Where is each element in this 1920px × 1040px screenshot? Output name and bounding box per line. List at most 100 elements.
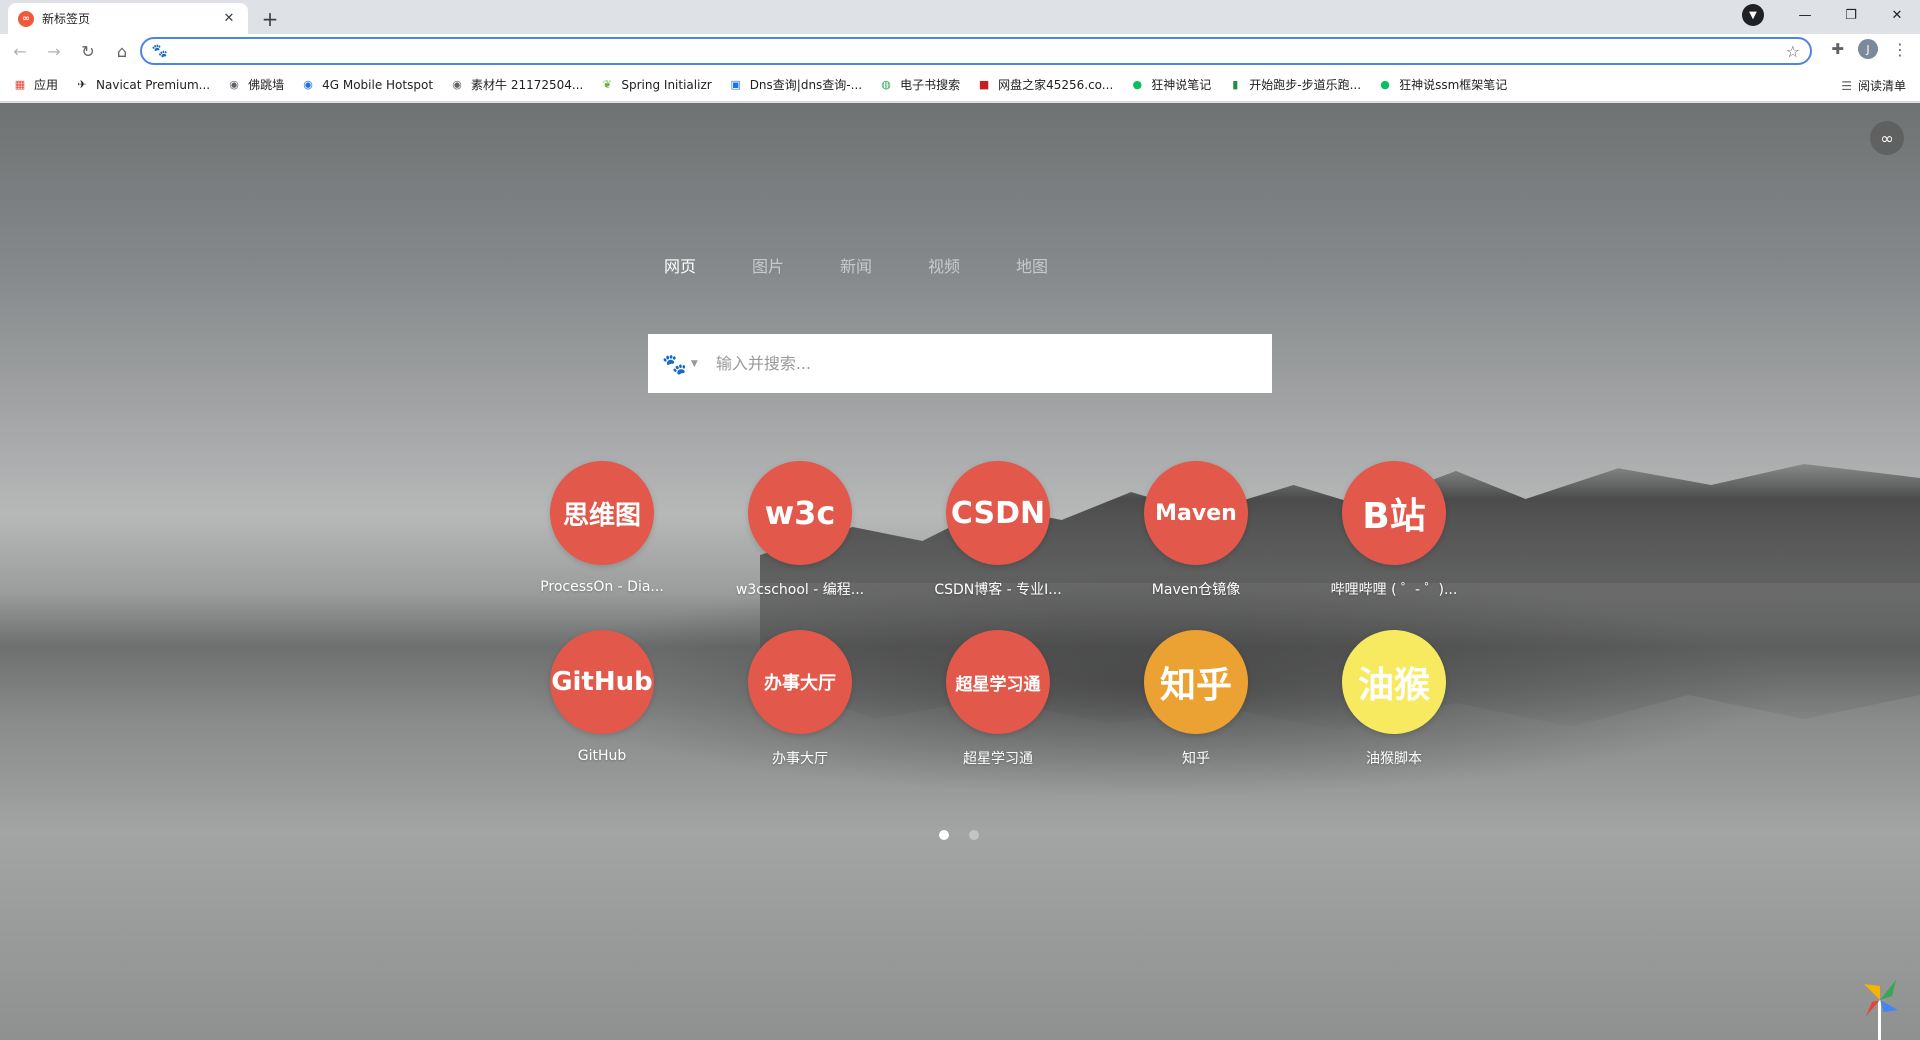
search-tab[interactable]: 视频 — [928, 253, 1016, 277]
quick-link-label: 油猴脚本 — [1366, 751, 1422, 767]
home-button[interactable]: ⌂ — [108, 37, 136, 65]
ebook-icon: ◍ — [881, 78, 891, 91]
tab-title: 新标签页 — [42, 12, 91, 26]
quick-link[interactable]: 思维图 ProcessOn - Dia... — [503, 461, 701, 599]
quick-link[interactable]: 知乎 知乎 — [1097, 630, 1295, 768]
navicat-icon: ✈ — [77, 78, 87, 91]
window-controls: ▼ — ❐ ✕ — [1742, 0, 1920, 30]
quick-link[interactable]: CSDN CSDN博客 - 专业I... — [899, 461, 1097, 599]
quick-link-label: ProcessOn - Dia... — [540, 579, 664, 595]
globe-icon: ◉ — [229, 78, 239, 91]
quick-link-label: 知乎 — [1182, 751, 1210, 767]
quick-link-label: CSDN博客 - 专业I... — [934, 582, 1062, 598]
page-dot[interactable] — [969, 830, 979, 840]
tab-new-tab[interactable]: ∞ 新标签页 ✕ — [8, 3, 248, 34]
bookmark-label: 网盘之家45256.co... — [998, 78, 1114, 92]
bookmark-label: 佛跳墙 — [248, 78, 285, 92]
bookmark-item[interactable]: ● 狂神说笔记 — [1129, 76, 1211, 93]
baidu-paw-icon[interactable]: 🐾 — [662, 352, 687, 376]
b-icon: ▮ — [1232, 78, 1239, 91]
wechat-icon: ● — [1380, 78, 1390, 91]
close-tab-icon[interactable]: ✕ — [220, 11, 238, 26]
baidu-paw-icon: 🐾 — [151, 43, 169, 59]
dns-icon: ▣ — [730, 78, 741, 91]
bookmark-item[interactable]: ▣ Dns查询|dns查询-... — [728, 76, 862, 93]
quick-link-icon: w3c — [748, 461, 852, 565]
pagination-dots — [939, 830, 979, 840]
quick-link[interactable]: 油猴 油猴脚本 — [1295, 630, 1493, 768]
quick-link-icon: 超星学习通 — [946, 630, 1050, 734]
bookmark-item[interactable]: ● 狂神说ssm框架笔记 — [1377, 76, 1507, 93]
tab-strip: ∞ 新标签页 ✕ + ▼ — ❐ ✕ — [0, 0, 1920, 34]
bookmark-label: 狂神说ssm框架笔记 — [1399, 78, 1508, 92]
bookmark-item[interactable]: ◉ 素材牛 21172504... — [449, 76, 583, 93]
spring-icon: ❦ — [602, 78, 612, 91]
toolbar-right: ✚ J ⋮ — [1831, 39, 1908, 59]
quick-link[interactable]: 办事大厅 办事大厅 — [701, 630, 899, 768]
quick-link-icon: 知乎 — [1144, 630, 1248, 734]
infinity-settings-icon[interactable]: ∞ — [1870, 121, 1904, 155]
bookmark-label: 素材牛 21172504... — [471, 78, 584, 92]
quick-link-icon: CSDN — [946, 461, 1050, 565]
minimize-button[interactable]: — — [1782, 0, 1828, 30]
bookmark-label: Navicat Premium... — [96, 77, 211, 92]
pinwheel-icon[interactable] — [1858, 974, 1902, 1040]
search-box: 🐾 ▼ — [648, 334, 1272, 393]
quick-link[interactable]: B站 哔哩哔哩 ( ゜- ゜)... — [1295, 461, 1493, 599]
search-tab[interactable]: 地图 — [1016, 253, 1104, 277]
45-icon: ■ — [978, 78, 990, 91]
globe-icon: ◉ — [303, 78, 313, 91]
quick-link-label: 办事大厅 — [772, 751, 828, 767]
media-control-icon[interactable]: ▼ — [1742, 4, 1764, 26]
reload-button[interactable]: ↻ — [74, 37, 102, 65]
bookmark-item[interactable]: ▮ 开始跑步-步道乐跑... — [1227, 76, 1361, 93]
search-tab[interactable]: 图片 — [752, 253, 840, 277]
search-tab[interactable]: 新闻 — [840, 253, 928, 277]
bookmark-label: 开始跑步-步道乐跑... — [1249, 78, 1362, 92]
search-input[interactable] — [715, 354, 1272, 373]
bookmark-item[interactable]: ■ 网盘之家45256.co... — [976, 76, 1113, 93]
bookmark-label: 狂神说笔记 — [1151, 78, 1212, 92]
bookmark-item[interactable]: ◉ 佛跳墙 — [226, 76, 284, 93]
quick-link[interactable]: 超星学习通 超星学习通 — [899, 630, 1097, 768]
reading-list-button[interactable]: ☰ 阅读清单 — [1841, 77, 1906, 94]
quick-link-icon: GitHub — [550, 630, 654, 734]
page-dot[interactable] — [939, 830, 949, 840]
close-window-button[interactable]: ✕ — [1874, 0, 1920, 30]
restore-button[interactable]: ❐ — [1828, 0, 1874, 30]
bookmark-item[interactable]: ✈ Navicat Premium... — [74, 77, 210, 93]
quick-link[interactable]: GitHub GitHub — [503, 630, 701, 768]
quick-link-icon: 油猴 — [1342, 630, 1446, 734]
quick-link-icon: B站 — [1342, 461, 1446, 565]
quick-link-label: GitHub — [577, 748, 627, 764]
extensions-puzzle-icon[interactable]: ✚ — [1831, 40, 1844, 58]
back-button[interactable]: ← — [6, 37, 34, 65]
reading-list-icon: ☰ — [1841, 78, 1852, 93]
quick-link[interactable]: Maven Maven仓镜像 — [1097, 461, 1295, 599]
profile-avatar[interactable]: J — [1858, 39, 1878, 59]
bookmark-star-icon[interactable]: ☆ — [1786, 42, 1800, 61]
bookmark-item[interactable]: ▦ 应用 — [12, 76, 58, 93]
bookmarks-bar: ▦ 应用 ✈ Navicat Premium... ◉ 佛跳墙 ◉ 4G Mobile Hot… — [0, 68, 1920, 102]
address-input[interactable] — [176, 43, 1786, 59]
quick-link[interactable]: w3c w3cschool - 编程... — [701, 461, 899, 599]
engine-dropdown-caret-icon[interactable]: ▼ — [691, 359, 698, 369]
reading-list-label: 阅读清单 — [1857, 79, 1906, 93]
quick-links-grid: 思维图 ProcessOn - Dia... w3c w3cschool - 编程..… — [503, 461, 1493, 768]
new-tab-button[interactable]: + — [256, 5, 284, 33]
bookmark-label: 电子书搜索 — [900, 78, 961, 92]
kebab-menu-icon[interactable]: ⋮ — [1892, 40, 1908, 59]
quick-link-icon: Maven — [1144, 461, 1248, 565]
quick-link-label: Maven仓镜像 — [1151, 582, 1241, 598]
search-tab[interactable]: 网页 — [664, 253, 752, 277]
bookmark-item[interactable]: ◉ 4G Mobile Hotspot — [300, 77, 433, 93]
browser-toolbar: ← → ↻ ⌂ 🐾 ☆ ✚ J ⋮ — [0, 34, 1920, 68]
search-category-tabs: 网页 图片 新闻 视频 地图 — [664, 253, 1104, 277]
bookmark-label: 4G Mobile Hotspot — [322, 77, 434, 92]
bookmark-label: Spring Initializr — [621, 77, 712, 92]
quick-link-label: w3cschool - 编程... — [735, 582, 865, 598]
bookmark-item[interactable]: ◍ 电子书搜索 — [878, 76, 960, 93]
forward-button[interactable]: → — [40, 37, 68, 65]
bookmark-item[interactable]: ❦ Spring Initializr — [599, 77, 712, 93]
address-bar[interactable]: 🐾 ☆ — [140, 37, 1812, 65]
